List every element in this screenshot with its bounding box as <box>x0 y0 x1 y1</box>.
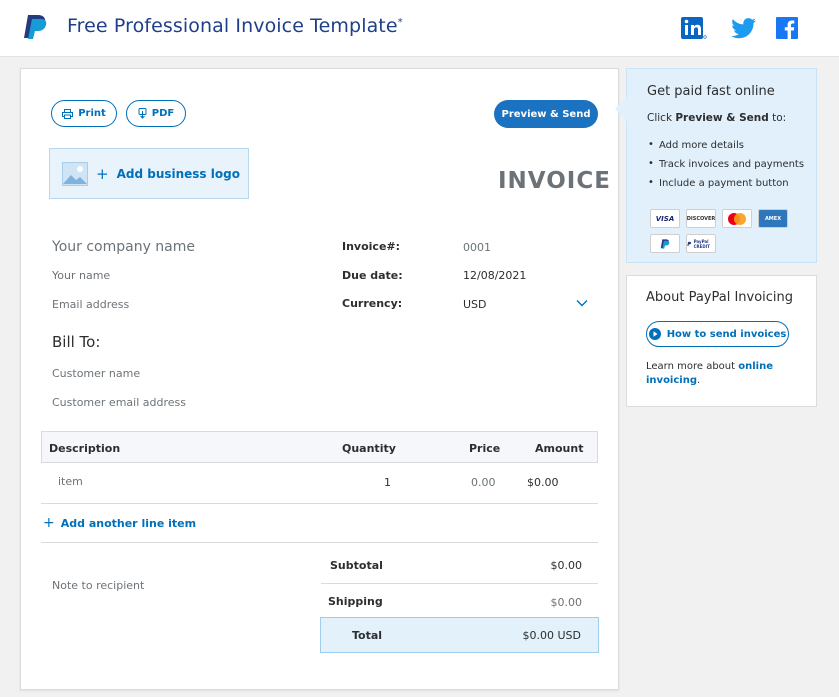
facebook-icon[interactable] <box>775 15 801 41</box>
paypal-credit-label: PayPal CREDIT <box>693 238 710 249</box>
learn-more-suffix: . <box>697 375 701 386</box>
list-item: Add more details <box>647 139 804 159</box>
amex-label: AMEX <box>764 215 782 222</box>
item-description-field[interactable]: item <box>58 475 83 488</box>
invoice-number-field[interactable]: 0001 <box>463 241 491 254</box>
column-header-quantity: Quantity <box>342 442 396 455</box>
discover-card-icon: DISCOVER <box>686 209 716 228</box>
amex-card-icon: AMEX <box>758 209 788 228</box>
divider <box>41 542 598 543</box>
item-price-field[interactable]: 0.00 <box>471 476 496 489</box>
preview-send-button[interactable]: Preview & Send <box>494 100 598 128</box>
get-paid-subtitle: Click Preview & Send to: <box>647 112 786 124</box>
print-button[interactable]: Print <box>51 100 117 127</box>
subtotal-label: Subtotal <box>330 559 383 572</box>
invoice-panel: Print PDF Preview & Send + Add business … <box>20 68 619 690</box>
top-header: Free Professional Invoice Template* <box>0 0 839 57</box>
linkedin-icon[interactable] <box>681 15 707 41</box>
mastercard-circles-icon <box>728 212 746 225</box>
paypal-credit-card-icon: PayPal CREDIT <box>686 234 716 253</box>
invoice-heading: INVOICE <box>498 168 611 194</box>
list-item: Include a payment button <box>647 177 804 197</box>
add-line-item-button[interactable]: + Add another line item <box>43 515 196 531</box>
page-title: Free Professional Invoice Template* <box>67 15 403 37</box>
shipping-label: Shipping <box>328 595 383 608</box>
page-title-text: Free Professional Invoice Template <box>67 15 398 37</box>
total-value: $0.00 USD <box>522 629 582 642</box>
divider <box>321 583 598 584</box>
pdf-button[interactable]: PDF <box>126 100 186 127</box>
customer-email-field[interactable]: Customer email address <box>52 396 186 409</box>
visa-label: VISA <box>655 214 675 223</box>
get-paid-callout: Get paid fast online Click Preview & Sen… <box>615 68 817 263</box>
chevron-down-icon[interactable] <box>576 299 588 307</box>
item-amount: $0.00 <box>527 476 559 489</box>
due-date-field[interactable]: 12/08/2021 <box>463 269 526 282</box>
shipping-field[interactable]: $0.00 <box>501 596 583 609</box>
paypal-card-icon <box>650 234 680 253</box>
learn-more-text: Learn more about online invoicing. <box>646 360 806 388</box>
add-line-item-label: Add another line item <box>60 516 197 530</box>
discover-label: DISCOVER <box>686 215 716 222</box>
about-invoicing-card: About PayPal Invoicing How to send invoi… <box>626 275 817 407</box>
visa-card-icon: VISA <box>650 209 680 228</box>
table-header: Description Quantity Price Amount <box>41 431 598 463</box>
invoice-number-label: Invoice#: <box>342 240 401 253</box>
learn-more-prefix: Learn more about <box>646 361 739 372</box>
item-quantity-field[interactable]: 1 <box>384 476 391 489</box>
pdf-label: PDF <box>151 108 175 119</box>
paypal-logo-icon[interactable] <box>22 13 48 41</box>
currency-select[interactable]: USD <box>463 298 487 311</box>
table-row: item 1 0.00 $0.00 <box>41 463 598 504</box>
paypal-mark-icon <box>660 238 670 249</box>
column-header-description: Description <box>49 442 121 455</box>
subtotal-value: $0.00 <box>550 559 583 572</box>
benefits-list: Add more details Track invoices and paym… <box>647 139 804 197</box>
title-asterisk: * <box>397 17 403 28</box>
due-date-label: Due date: <box>342 269 403 282</box>
download-icon <box>138 108 147 119</box>
note-to-recipient-field[interactable]: Note to recipient <box>52 579 144 592</box>
subtitle-bold: Preview & Send <box>675 112 769 124</box>
column-header-price: Price <box>469 442 501 455</box>
list-item: Track invoices and payments <box>647 158 804 178</box>
print-label: Print <box>78 108 106 119</box>
currency-label: Currency: <box>342 297 403 310</box>
image-icon <box>62 161 88 186</box>
get-paid-title: Get paid fast online <box>647 84 775 99</box>
your-name-field[interactable]: Your name <box>52 269 110 282</box>
subtitle-prefix: Click <box>647 112 676 124</box>
bill-to-heading: Bill To: <box>52 333 101 351</box>
twitter-icon[interactable] <box>731 15 757 41</box>
subtitle-suffix: to: <box>768 112 787 124</box>
company-name-field[interactable]: Your company name <box>52 239 195 255</box>
paypal-mark-icon <box>687 241 692 246</box>
customer-name-field[interactable]: Customer name <box>52 367 140 380</box>
plus-icon: + <box>43 515 55 531</box>
total-row: Total $0.00 USD <box>320 617 599 653</box>
how-to-send-label: How to send invoices <box>666 328 787 340</box>
play-icon <box>648 328 661 340</box>
add-logo-label: Add business logo <box>116 166 240 181</box>
mastercard-icon <box>722 209 752 228</box>
total-label: Total <box>352 629 383 642</box>
preview-send-label: Preview & Send <box>501 108 591 120</box>
about-title: About PayPal Invoicing <box>646 290 794 305</box>
add-logo-button[interactable]: + Add business logo <box>49 148 249 199</box>
column-header-amount: Amount <box>535 442 584 455</box>
how-to-send-invoices-button[interactable]: How to send invoices <box>646 321 789 347</box>
email-field[interactable]: Email address <box>52 298 129 311</box>
printer-icon <box>62 108 74 119</box>
plus-icon: + <box>96 164 109 183</box>
